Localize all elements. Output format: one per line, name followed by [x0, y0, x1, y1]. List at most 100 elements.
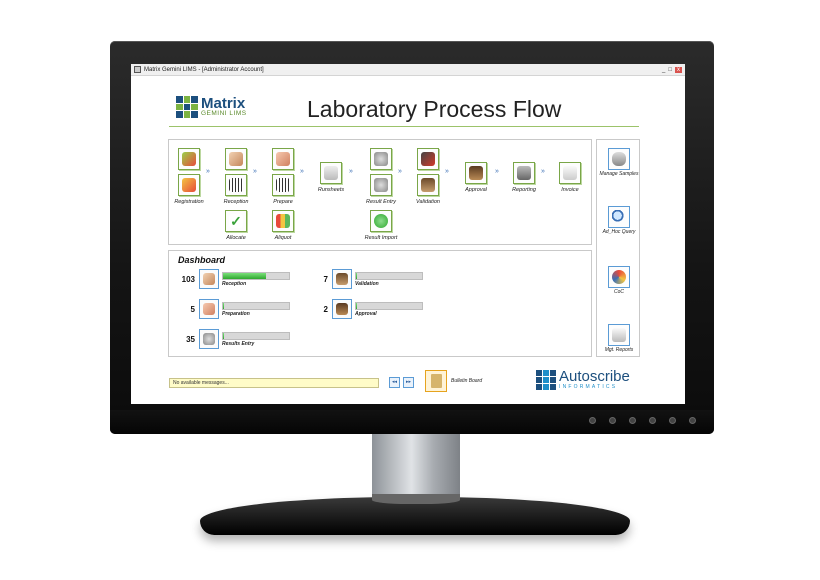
autoscribe-logo: Autoscribe INFORMATICS — [536, 369, 630, 390]
flow-step-allocate[interactable]: ✓ Allocate — [215, 210, 257, 241]
dashboard-row[interactable]: 7 Validation — [306, 269, 423, 289]
step-label: Approval — [465, 187, 487, 193]
progress-bar — [355, 271, 423, 280]
flow-step-aliquot[interactable]: Aliquot — [262, 210, 304, 241]
result-entry-icon — [370, 174, 392, 196]
dashboard-label: Preparation — [222, 310, 250, 317]
side-item-ad-hoc-query[interactable]: Ad_Hoc Query — [597, 206, 641, 236]
flow-step-runsheets[interactable]: Runsheets — [310, 162, 352, 193]
close-button[interactable]: x — [675, 66, 682, 73]
dashboard-label: Reception — [222, 280, 247, 287]
flow-arrow: » — [445, 168, 449, 175]
step-label: Aliquot — [274, 235, 292, 241]
matrix-logo-mark — [176, 96, 198, 118]
dashboard-title: Dashboard — [178, 255, 226, 265]
registration-icon — [178, 148, 200, 170]
maximize-button[interactable]: □ — [668, 67, 672, 73]
registration-icon — [178, 174, 200, 196]
title-bar: Matrix Gemini LIMS - [Administrator Acco… — [131, 64, 685, 76]
dashboard-row[interactable]: 5 Preparation — [173, 299, 290, 319]
monitor-button — [629, 417, 636, 424]
validation-icon — [417, 148, 439, 170]
side-panel: Manage Samples Ad_Hoc Query CoC Mgt. Rep… — [596, 139, 640, 357]
window-controls: _ □ x — [662, 66, 682, 73]
approval-icon — [465, 162, 487, 184]
flow-step-reception-top[interactable] — [215, 148, 257, 170]
side-item-manage-samples[interactable]: Manage Samples — [597, 148, 641, 178]
dashboard-label: Results Entry — [222, 340, 255, 347]
step-label: Reporting — [512, 187, 536, 193]
flow-step-prepare-top[interactable] — [262, 148, 304, 170]
progress-bar — [222, 331, 290, 340]
side-item-mgt-reports[interactable]: Mgt. Reports — [597, 324, 641, 354]
step-label: Reception — [223, 199, 249, 205]
flow-step-invoice[interactable]: Invoice — [549, 162, 591, 193]
flow-arrow: » — [300, 168, 304, 175]
flow-step-result-entry[interactable]: Result Entry — [360, 174, 402, 205]
dashboard-row[interactable]: 103 Reception — [173, 269, 290, 289]
stage: Matrix Gemini LIMS - [Administrator Acco… — [0, 0, 820, 580]
bulletin-board-icon[interactable] — [425, 370, 447, 392]
dashboard-row[interactable]: 2 Approval — [306, 299, 423, 319]
flow-arrow: » — [253, 168, 257, 175]
dashboard-count: 35 — [186, 334, 195, 344]
step-label: Allocate — [226, 235, 246, 241]
progress-bar — [355, 301, 423, 310]
step-label: Result Import — [364, 235, 398, 241]
vendor-name: Autoscribe — [559, 368, 630, 385]
monitor-button — [609, 417, 616, 424]
flow-step-reporting[interactable]: Reporting — [503, 162, 545, 193]
side-item-label: Manage Samples — [599, 171, 639, 177]
flow-step-result-import[interactable]: Result Import — [360, 210, 402, 241]
minimize-button[interactable]: _ — [662, 67, 665, 73]
step-label: Registration — [174, 199, 204, 205]
monitor-button — [689, 417, 696, 424]
reception-icon — [225, 148, 247, 170]
runsheets-icon — [320, 162, 342, 184]
barcode-icon — [272, 174, 294, 196]
checkmark-icon: ✓ — [225, 210, 247, 232]
flow-step-registration[interactable]: Registration — [168, 174, 210, 205]
dashboard-label: Approval — [355, 310, 377, 317]
dashboard-count: 7 — [323, 274, 328, 284]
flow-step-prepare[interactable]: Prepare — [262, 174, 304, 205]
side-item-label: Mgt. Reports — [604, 347, 634, 353]
app-icon — [134, 66, 141, 73]
monitor-buttons — [589, 417, 696, 424]
title-divider — [169, 126, 639, 127]
side-item-label: CoC — [613, 289, 624, 295]
samples-icon — [608, 148, 630, 170]
next-message-button[interactable]: ▸▸ — [403, 377, 414, 388]
autoscribe-logo-mark — [536, 369, 556, 390]
dashboard-count: 2 — [323, 304, 328, 314]
invoice-icon — [559, 162, 581, 184]
monitor-button — [589, 417, 596, 424]
flow-step-result-entry-top[interactable] — [360, 148, 402, 170]
flow-arrow: » — [206, 168, 210, 175]
flow-step-validation-top[interactable] — [407, 148, 449, 170]
step-label: Validation — [416, 199, 440, 205]
gears-icon — [370, 148, 392, 170]
dashboard-row[interactable]: 35 Results Entry — [173, 329, 290, 349]
previous-message-button[interactable]: ◂◂ — [389, 377, 400, 388]
flow-step-approval[interactable]: Approval — [455, 162, 497, 193]
step-label: Invoice — [561, 187, 579, 193]
aliquot-icon — [272, 210, 294, 232]
step-label: Runsheets — [317, 187, 345, 193]
progress-fill — [356, 302, 358, 309]
flow-step-registration-top[interactable] — [168, 148, 210, 170]
page-title: Laboratory Process Flow — [307, 96, 562, 122]
side-item-label: Ad_Hoc Query — [602, 229, 636, 235]
flow-arrow: » — [349, 168, 353, 175]
prepare-icon — [199, 299, 219, 319]
flow-step-validation[interactable]: Validation — [407, 174, 449, 205]
side-item-coc[interactable]: CoC — [597, 266, 641, 296]
bulletin-board-label: Bulletin Board — [451, 378, 483, 384]
dashboard-panel: Dashboard 103 Reception 5 Preparation 35 — [168, 250, 592, 357]
result-entry-icon — [199, 329, 219, 349]
dashboard-count: 5 — [190, 304, 195, 314]
dashboard-label: Validation — [355, 280, 379, 287]
flow-step-reception[interactable]: Reception — [215, 174, 257, 205]
monitor-button — [669, 417, 676, 424]
barcode-icon — [225, 174, 247, 196]
